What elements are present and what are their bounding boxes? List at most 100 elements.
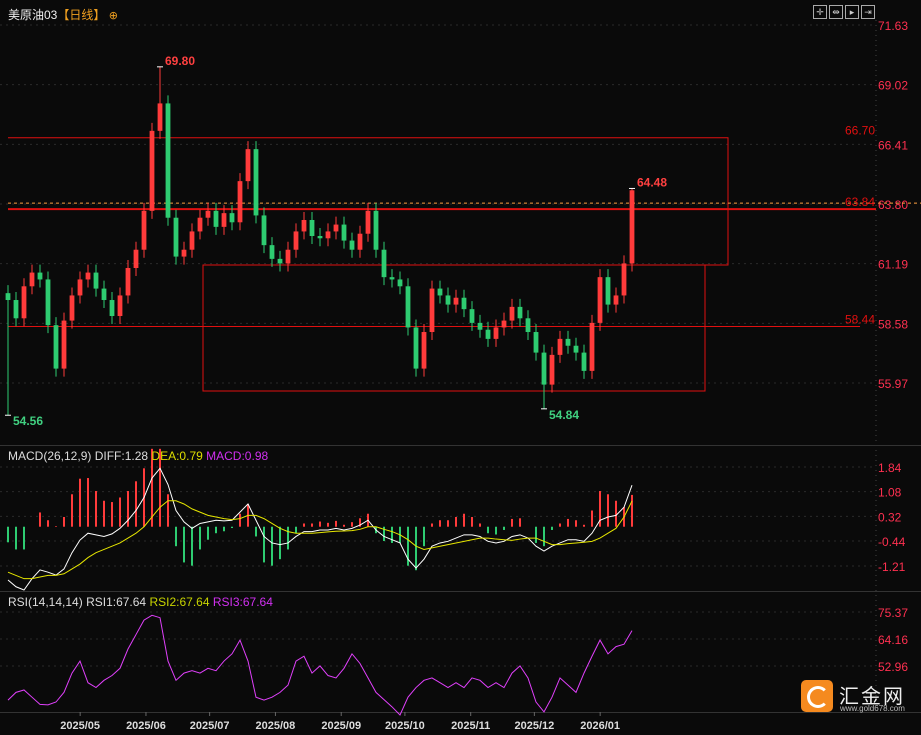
candle-body (493, 327, 499, 339)
macd-tick-label: -1.21 (878, 560, 906, 574)
candle-body (373, 210, 379, 250)
macd-tick-label: -0.44 (878, 535, 906, 549)
candle-body (349, 240, 355, 250)
candle-body (381, 249, 387, 278)
candle-body (205, 210, 211, 218)
play-icon[interactable]: ▸ (845, 5, 859, 19)
candle-body (141, 210, 147, 250)
candle-body (341, 224, 347, 241)
chart-canvas[interactable]: 71.63 69.02 66.41 63.80 61.19 58.58 55.97 1.84 1… (0, 0, 921, 735)
candle-body (93, 272, 99, 289)
diff-line (7, 467, 633, 591)
level-label: 66.70 (845, 124, 875, 138)
circle-plus-icon[interactable]: ⊕ (109, 10, 118, 22)
candle-body (501, 320, 507, 328)
rsi-line (7, 614, 633, 716)
rsi-tick-label: 52.96 (878, 660, 908, 674)
macd-tick-label: 0.32 (878, 510, 902, 524)
date-tick-label: 2026/01 (580, 720, 620, 732)
price-tick-label: 66.41 (878, 138, 908, 152)
date-tick-label: 2025/07 (190, 720, 230, 732)
candle-body (573, 345, 579, 353)
candle-body (157, 103, 163, 131)
candle-body (77, 279, 83, 296)
candle-body (461, 297, 467, 310)
candle-body (613, 295, 619, 305)
candle-body (541, 352, 547, 385)
candle-body (101, 288, 107, 301)
macd-diff: DIFF:1.28 (94, 449, 149, 463)
candle-body (525, 318, 531, 333)
date-tick-label: 2025/05 (60, 720, 100, 732)
date-tick-label: 2025/10 (385, 720, 425, 732)
rsi1-value: RSI1:67.64 (86, 595, 147, 609)
candle-body (149, 130, 155, 211)
candle-body (549, 354, 555, 385)
candle-body (301, 220, 307, 232)
candle-body (605, 277, 611, 305)
candle-body (325, 231, 331, 239)
drawn-box-upper (8, 137, 729, 266)
candle-body (277, 258, 283, 264)
chart-header: 美原油03【日线】 ⊕ (8, 6, 118, 23)
candle-body (517, 306, 523, 319)
gold678-logo: 汇金网 www.gold678.com (801, 680, 917, 716)
rsi2-value: RSI2:67.64 (149, 595, 210, 609)
candle-body (29, 272, 35, 287)
macd-header: MACD(26,12,9) DIFF:1.28 DEA:0.79 MACD:0.… (8, 449, 268, 463)
candle-body (37, 272, 43, 280)
level-label: 58.44 (845, 313, 875, 327)
rsi-header: RSI(14,14,14) RSI1:67.64 RSI2:67.64 RSI3… (8, 595, 273, 609)
rsi-tick-label: 64.16 (878, 633, 908, 647)
candle-body (21, 286, 27, 319)
candle-body (405, 286, 411, 328)
period-label[interactable]: 【日线】 (57, 8, 105, 22)
date-tick-label: 2025/12 (514, 720, 554, 732)
candle-body (69, 295, 75, 321)
macd-tick-label: 1.08 (878, 486, 902, 500)
candle-body (285, 249, 291, 264)
candle-body (117, 295, 123, 317)
macd-name: MACD(26,12,9) (8, 449, 92, 463)
macd-dea: DEA:0.79 (151, 449, 203, 463)
date-tick-label: 2025/06 (126, 720, 166, 732)
drawn-box-lower (202, 264, 706, 392)
candle-body (5, 293, 11, 301)
date-tick-label: 2025/08 (256, 720, 296, 732)
date-tick-label: 2025/11 (451, 720, 490, 732)
low-price-label: 54.84 (549, 408, 579, 422)
candle-body (557, 338, 563, 355)
candle-body (229, 213, 235, 223)
trading-chart-window: 71.63 69.02 66.41 63.80 61.19 58.58 55.97 1.84 1… (0, 0, 921, 735)
logo-url: www.gold678.com (840, 704, 905, 713)
candle-body (621, 263, 627, 296)
fit-icon[interactable]: ⇥ (861, 5, 875, 19)
candle-body (453, 297, 459, 305)
candle-body (317, 236, 323, 239)
candle-body (213, 210, 219, 227)
candle-body (53, 325, 59, 369)
macd-value: MACD:0.98 (206, 449, 269, 463)
price-tick-label: 63.80 (878, 198, 908, 212)
candle-body (61, 320, 67, 369)
candle-body (333, 224, 339, 232)
candle-body (309, 220, 315, 237)
candle-body (565, 338, 571, 346)
candle-body (133, 249, 139, 269)
candle-body (253, 149, 259, 216)
candle-body (269, 245, 275, 259)
candle-body (189, 231, 195, 250)
candle-body (125, 268, 131, 296)
candle-body (109, 300, 115, 317)
candle-body (421, 332, 427, 369)
candle-body (509, 306, 515, 321)
candle-body (581, 352, 587, 371)
range-icon[interactable]: ⇹ (829, 5, 843, 19)
price-tick-label: 55.97 (878, 377, 908, 391)
candle-body (85, 272, 91, 280)
crosshair-icon[interactable]: ✛ (813, 5, 827, 19)
candle-body (13, 300, 19, 319)
candle-body (245, 149, 251, 182)
candle-body (165, 103, 171, 218)
candle-body (437, 288, 443, 296)
